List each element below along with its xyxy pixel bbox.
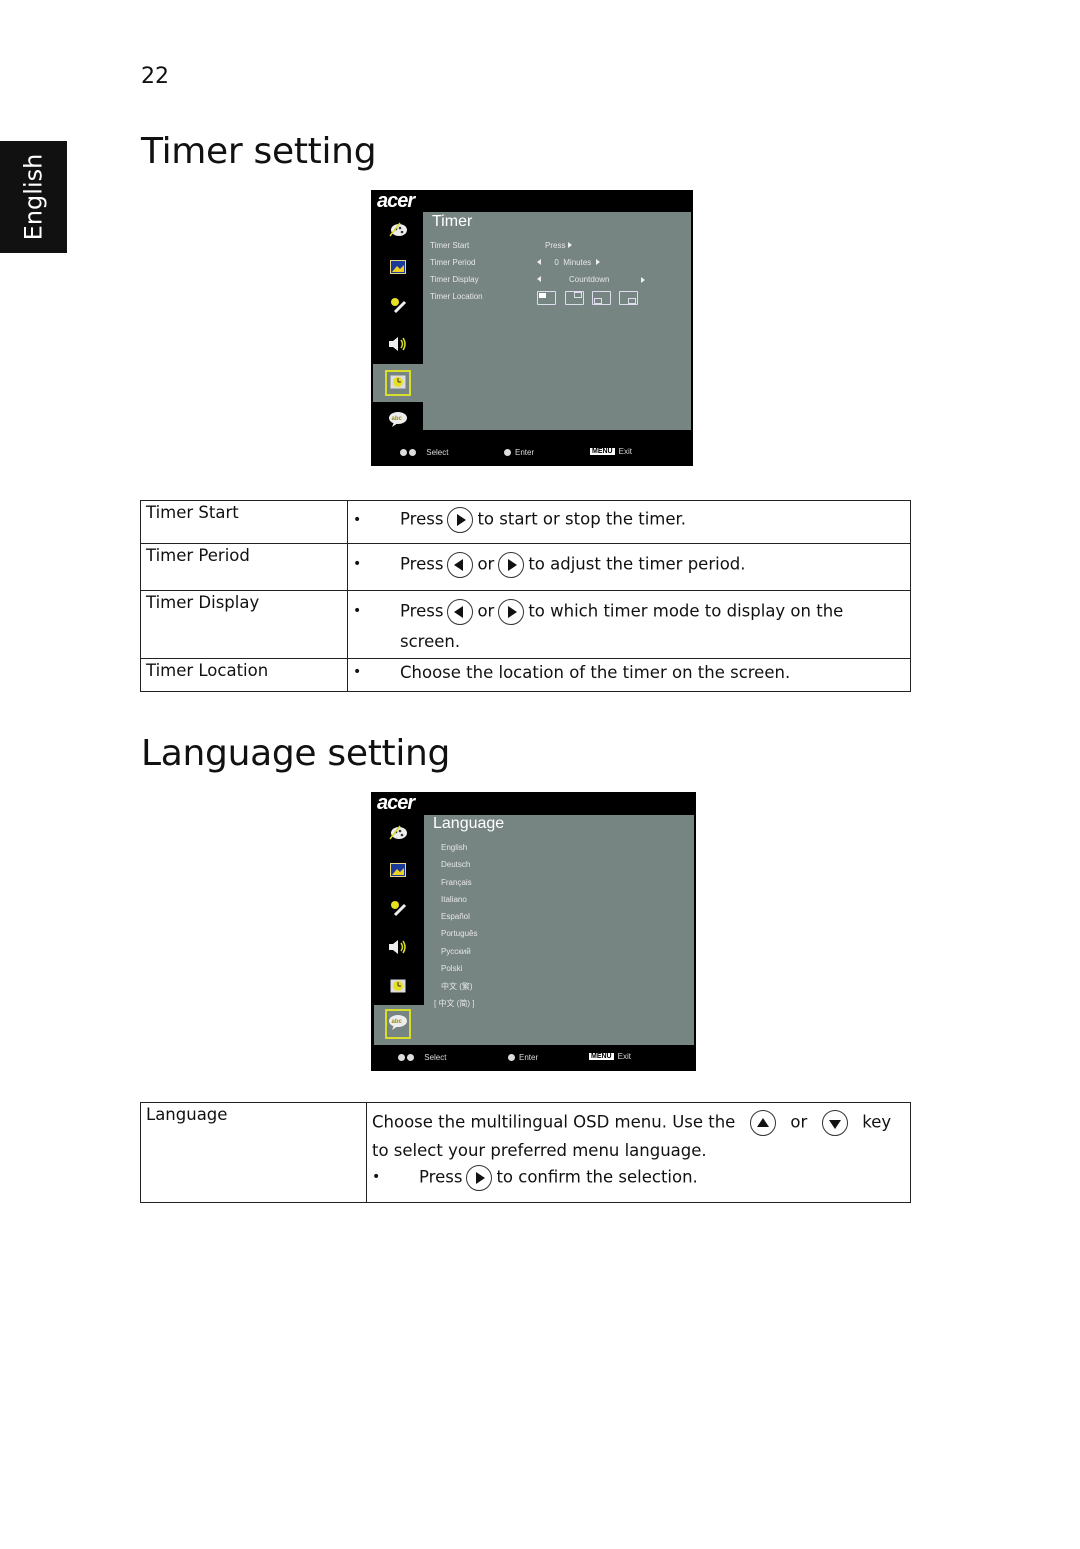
palette-icon — [388, 220, 408, 238]
osd-row-label: Timer Location — [430, 292, 483, 301]
audio-icon — [388, 335, 408, 353]
location-bottom-left-option[interactable] — [592, 291, 611, 305]
language-side-tab: English — [0, 141, 67, 253]
location-top-left-option[interactable] — [537, 291, 556, 305]
svg-text:abc: abc — [392, 1019, 403, 1025]
osd-footer-exit: MENU Exit — [590, 447, 632, 456]
row-label: Language — [140, 1102, 367, 1203]
table-row: Timer Start • Press to start or stop the … — [140, 500, 911, 544]
down-button-icon — [821, 1110, 848, 1136]
location-top-right-option[interactable] — [565, 291, 584, 305]
selected-menu-item[interactable]: abc — [374, 1005, 424, 1045]
language-option[interactable]: Français — [441, 878, 472, 887]
timer-icon — [388, 977, 408, 995]
timer-settings-table: Timer Start • Press to start or stop the … — [140, 500, 911, 692]
language-osd-screenshot: acer Language abc English Deutsch França… — [371, 792, 696, 1071]
language-option[interactable]: Deutsch — [441, 860, 470, 869]
osd-row-label: Timer Display — [430, 275, 479, 284]
svg-text:abc: abc — [392, 416, 403, 422]
left-arrow-icon — [537, 276, 541, 282]
page-number: 22 — [141, 64, 169, 89]
language-option[interactable]: Português — [441, 929, 477, 938]
language-heading: Language setting — [141, 733, 451, 774]
up-down-icon — [400, 449, 416, 456]
table-row: Timer Location • Choose the location of … — [140, 658, 911, 692]
osd-timer-start-value[interactable]: Press — [545, 241, 572, 250]
language-option-selected[interactable]: [ 中文 (简) ] — [434, 998, 474, 1009]
row-label: Timer Period — [140, 543, 348, 591]
up-down-icon — [398, 1054, 414, 1061]
osd-footer-enter: Enter — [504, 448, 534, 457]
right-button-icon — [498, 599, 525, 625]
right-arrow-icon — [641, 277, 645, 283]
table-row: Language Choose the multilingual OSD men… — [140, 1102, 911, 1203]
settings-icon — [388, 296, 408, 314]
right-button-icon — [447, 507, 474, 533]
menu-key-badge: MENU — [590, 448, 615, 455]
osd-row-label: Timer Period — [430, 258, 476, 267]
side-tab-label: English — [19, 153, 48, 241]
osd-row-label: Timer Start — [430, 241, 470, 250]
language-option[interactable]: 中文 (繁) — [441, 981, 473, 992]
timer-osd-screenshot: acer Timer abc Timer Start Press Timer P… — [371, 190, 693, 466]
osd-footer-select: Select — [400, 448, 448, 457]
language-icon: abc — [388, 410, 408, 428]
timer-heading: Timer setting — [141, 131, 377, 172]
table-row: Timer Display • Press or to which timer mo… — [140, 590, 911, 659]
acer-logo: acer — [377, 190, 415, 212]
left-arrow-icon — [537, 259, 541, 265]
language-option[interactable]: English — [441, 843, 467, 852]
osd-timer-period-value[interactable]: 0 Minutes — [537, 258, 600, 267]
osd-footer-exit: MENU Exit — [589, 1052, 631, 1061]
osd-title: Timer — [432, 213, 473, 230]
picture-icon — [388, 258, 408, 276]
row-label: Timer Display — [140, 590, 348, 659]
osd-title: Language — [433, 815, 505, 832]
audio-icon — [388, 938, 408, 956]
language-option[interactable]: Русский — [441, 947, 471, 956]
language-settings-table: Language Choose the multilingual OSD men… — [140, 1102, 911, 1203]
left-button-icon — [447, 552, 474, 578]
selected-menu-item[interactable] — [373, 364, 423, 402]
up-button-icon — [749, 1110, 776, 1136]
right-button-icon — [498, 552, 525, 578]
language-option[interactable]: Polski — [441, 964, 462, 973]
language-icon: abc — [388, 1013, 408, 1031]
right-arrow-icon — [567, 242, 572, 248]
menu-key-badge: MENU — [589, 1053, 614, 1060]
right-arrow-icon — [595, 259, 600, 265]
row-label: Timer Start — [140, 500, 348, 544]
settings-icon — [388, 899, 408, 917]
left-button-icon — [447, 599, 474, 625]
enter-icon — [504, 449, 511, 456]
right-button-icon — [466, 1165, 493, 1191]
row-label: Timer Location — [140, 658, 348, 692]
language-option[interactable]: Italiano — [441, 895, 467, 904]
enter-icon — [508, 1054, 515, 1061]
osd-footer-enter: Enter — [508, 1053, 538, 1062]
table-row: Timer Period • Press or to adjust the time… — [140, 543, 911, 591]
palette-icon — [388, 823, 408, 841]
acer-logo: acer — [377, 792, 415, 814]
language-option[interactable]: Español — [441, 912, 470, 921]
location-bottom-right-option[interactable] — [619, 291, 638, 305]
osd-footer-select: Select — [398, 1053, 446, 1062]
picture-icon — [388, 861, 408, 879]
osd-timer-display-value[interactable]: Countdown — [537, 275, 647, 284]
timer-icon — [388, 373, 408, 391]
